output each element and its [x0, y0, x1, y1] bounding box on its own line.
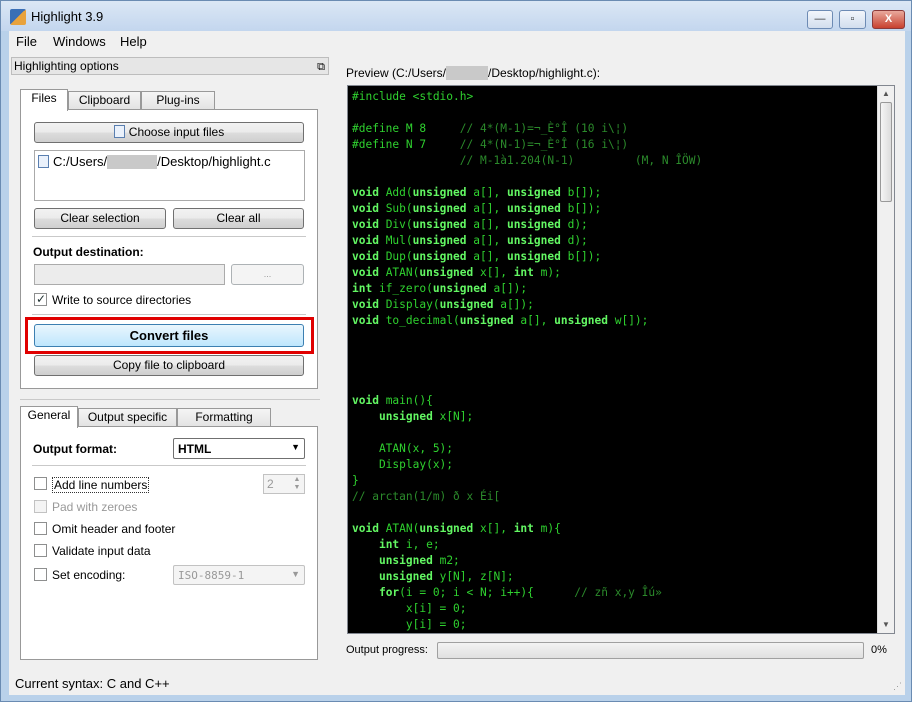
code-preview-text: #include <stdio.h> #define M 8 // 4*(M-1…	[352, 90, 703, 631]
dock-header: Highlighting options ⧉	[11, 57, 329, 75]
title-bar[interactable]: Highlight 3.9 — ▫ X	[1, 1, 911, 31]
validate-input-label: Validate input data	[52, 544, 151, 558]
encoding-select[interactable]: ISO-8859-1 ▼	[173, 565, 305, 585]
panel-divider	[20, 399, 320, 400]
output-progress-label: Output progress:	[346, 644, 428, 656]
chevron-down-icon: ▼	[291, 569, 300, 579]
write-to-source-checkbox[interactable]: ✓	[34, 292, 47, 306]
redacted-username	[446, 66, 489, 80]
scroll-down-icon[interactable]: ▼	[882, 620, 890, 629]
redacted-username	[107, 155, 158, 169]
pad-with-zeroes-checkbox[interactable]	[34, 500, 47, 513]
preview-label: Preview (C:/Users//Desktop/highlight.c):	[346, 66, 601, 80]
add-line-numbers-label: Add line numbers	[52, 477, 150, 493]
tab-plugins[interactable]: Plug-ins	[141, 91, 215, 110]
line-number-width-spinner[interactable]: 2 ▲ ▼	[263, 474, 305, 494]
input-file-list[interactable]: C:/Users//Desktop/highlight.c	[34, 150, 305, 201]
set-encoding-checkbox[interactable]	[34, 568, 47, 581]
output-format-select[interactable]: HTML ▼	[173, 438, 305, 459]
menu-file[interactable]: File	[16, 34, 37, 49]
resize-grip-icon[interactable]: ⋰	[893, 681, 902, 692]
encoding-value: ISO-8859-1	[178, 569, 245, 582]
divider	[32, 236, 306, 237]
add-line-numbers-checkbox[interactable]	[34, 477, 47, 490]
tab-formatting[interactable]: Formatting	[177, 408, 271, 427]
tab-clipboard[interactable]: Clipboard	[68, 91, 141, 110]
divider	[32, 465, 306, 466]
tab-general[interactable]: General	[20, 406, 78, 428]
set-encoding-label: Set encoding:	[52, 568, 126, 582]
convert-files-button[interactable]: Convert files	[34, 324, 304, 347]
omit-header-footer-label: Omit header and footer	[52, 522, 176, 536]
output-destination-label: Output destination:	[33, 245, 144, 259]
code-preview-scrollbar[interactable]: ▲ ▼	[877, 86, 894, 633]
output-progress-bar	[437, 642, 864, 659]
clear-selection-button[interactable]: Clear selection	[34, 208, 166, 229]
client-area: File Windows Help Highlighting options ⧉…	[9, 31, 905, 695]
minimize-button[interactable]: —	[807, 10, 833, 29]
c-file-icon	[38, 155, 49, 168]
status-current-syntax: Current syntax: C and C++	[15, 676, 170, 691]
copy-file-to-clipboard-button[interactable]: Copy file to clipboard	[34, 355, 304, 376]
document-icon	[113, 125, 125, 138]
general-panel: Output format: HTML ▼ Add line numbers 2…	[20, 426, 318, 660]
spinner-arrows-icon[interactable]: ▲ ▼	[291, 476, 303, 492]
browse-button[interactable]: ...	[231, 264, 304, 285]
validate-input-checkbox[interactable]	[34, 544, 47, 557]
highlight-app-icon	[10, 9, 26, 25]
scroll-thumb[interactable]	[880, 102, 892, 202]
divider	[32, 314, 306, 315]
menu-windows[interactable]: Windows	[53, 34, 106, 49]
clear-all-button[interactable]: Clear all	[173, 208, 304, 229]
maximize-button[interactable]: ▫	[839, 10, 866, 29]
code-preview[interactable]: #include <stdio.h> #define M 8 // 4*(M-1…	[347, 85, 895, 634]
files-tabbar: Files Clipboard Plug-ins	[20, 89, 320, 111]
files-panel: Choose input files C:/Users//Desktop/hig…	[20, 109, 318, 389]
progress-percent: 0%	[871, 644, 887, 656]
close-button[interactable]: X	[872, 10, 905, 29]
menu-bar: File Windows Help	[9, 31, 905, 52]
dock-title: Highlighting options	[14, 59, 119, 73]
omit-header-footer-checkbox[interactable]	[34, 522, 47, 535]
menu-help[interactable]: Help	[120, 34, 147, 49]
pad-with-zeroes-label: Pad with zeroes	[52, 500, 138, 514]
write-to-source-label: Write to source directories	[52, 293, 192, 307]
tab-output-specific[interactable]: Output specific	[78, 408, 177, 427]
choose-input-files-label: Choose input files	[128, 125, 225, 139]
window-title: Highlight 3.9	[31, 9, 104, 24]
scroll-up-icon[interactable]: ▲	[882, 89, 890, 98]
list-item[interactable]: C:/Users//Desktop/highlight.c	[38, 154, 271, 169]
float-icon[interactable]: ⧉	[317, 59, 325, 75]
checkmark-icon: ✓	[36, 292, 47, 306]
options-tabbar: General Output specific Formatting	[20, 406, 320, 428]
chevron-down-icon: ▼	[291, 442, 300, 452]
line-number-width-value: 2	[267, 477, 274, 491]
tab-files[interactable]: Files	[20, 89, 68, 111]
output-format-value: HTML	[178, 442, 212, 456]
choose-input-files-button[interactable]: Choose input files	[34, 122, 304, 143]
output-destination-field[interactable]	[34, 264, 225, 285]
output-format-label: Output format:	[33, 442, 117, 456]
app-window: Highlight 3.9 — ▫ X File Windows Help Hi…	[0, 0, 912, 702]
